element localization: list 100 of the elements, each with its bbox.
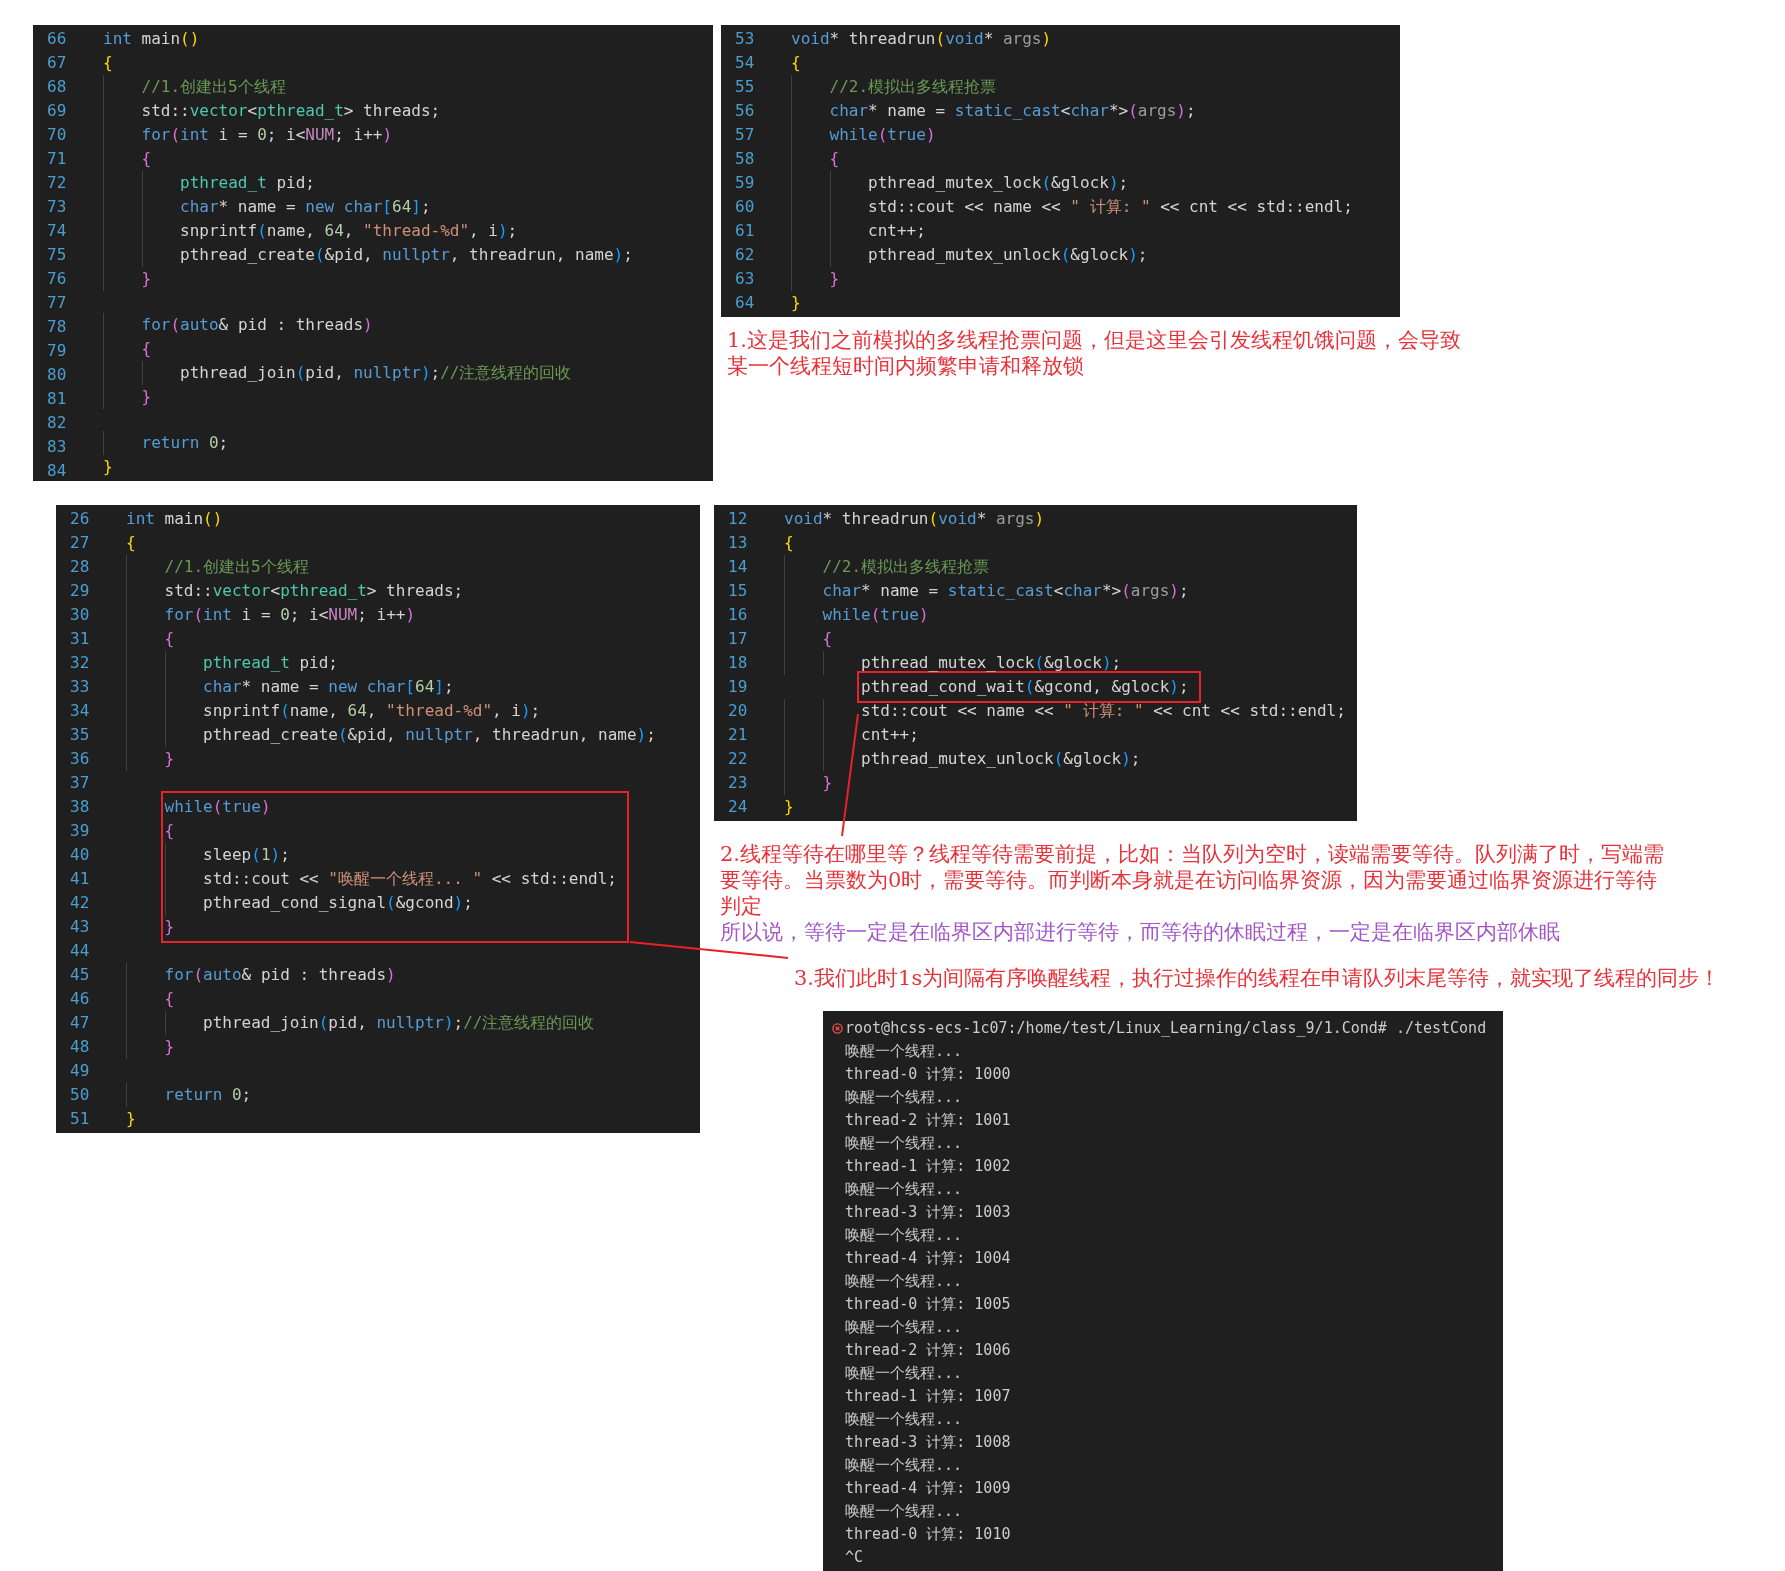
code-line: snprintf(name, 64, "thread-%d", i);: [203, 700, 541, 722]
terminal-output: thread-0 计算: 1010: [845, 1524, 1011, 1545]
line-number: 38: [70, 796, 90, 818]
code-line: pthread_create(&pid, nullptr, threadrun, name);: [203, 724, 656, 746]
annotation-text: 2.线程等待在哪里等？线程等待需要前提，比如：当队列为空时，读端需要等待。队列满了时，写端需要等待。当票数为0时，需要等待。而判断本身就是在访问临界资源，因为需要通过临界资源进行等待判定: [719, 841, 1666, 919]
code-line: {: [164, 628, 175, 650]
line-number: 61: [735, 220, 755, 242]
line-number: 26: [70, 508, 90, 530]
code-line: void* threadrun(void* args): [784, 508, 1045, 530]
line-number: 71: [47, 148, 67, 170]
line-number: 74: [47, 220, 67, 242]
line-number: 43: [70, 916, 90, 938]
code-line: std::vector<pthread_t> threads;: [141, 100, 441, 122]
code-line: std::cout << name << " 计算: " << cnt << std::endl;: [868, 196, 1353, 218]
code-line: //2.模拟出多线程抢票: [829, 76, 997, 98]
code-line: }: [141, 268, 152, 290]
line-number: 18: [728, 652, 748, 674]
code-line: //2.模拟出多线程抢票: [822, 556, 990, 578]
line-number: 28: [70, 556, 90, 578]
line-number: 35: [70, 724, 90, 746]
line-number: 67: [47, 52, 67, 74]
line-number: 20: [728, 700, 748, 722]
line-number: 84: [47, 460, 67, 482]
code-line: std::cout << "唤醒一个线程... " << std::endl;: [203, 868, 617, 890]
line-number: 56: [735, 100, 755, 122]
code-line: snprintf(name, 64, "thread-%d", i);: [180, 220, 518, 242]
annotation-text: 1.这是我们之前模拟的多线程抢票问题，但是这里会引发线程饥饿问题，会导致某一个线程短时间内频繁申请和释放锁: [726, 327, 1463, 379]
line-number: 77: [47, 292, 67, 314]
code-line: for(auto& pid : threads): [141, 314, 373, 336]
terminal-output: 唤醒一个线程...: [845, 1225, 963, 1246]
terminal-output: 唤醒一个线程...: [845, 1317, 963, 1338]
line-number: 57: [735, 124, 755, 146]
line-number: 21: [728, 724, 748, 746]
terminal-output: 唤醒一个线程...: [845, 1501, 963, 1522]
line-number: 59: [735, 172, 755, 194]
terminal-output: thread-2 计算: 1001: [845, 1110, 1011, 1131]
line-number: 42: [70, 892, 90, 914]
code-line: {: [126, 532, 136, 554]
code-line: {: [164, 988, 175, 1010]
terminal-output: ^C: [845, 1547, 864, 1568]
line-number: 51: [70, 1108, 90, 1130]
line-number: 47: [70, 1012, 90, 1034]
line-number: 29: [70, 580, 90, 602]
code-line: {: [829, 148, 840, 170]
line-number: 49: [70, 1060, 90, 1082]
line-number: 34: [70, 700, 90, 722]
terminal-output: thread-0 计算: 1005: [845, 1294, 1011, 1315]
line-number: 64: [735, 292, 755, 314]
error-icon: [831, 1023, 843, 1034]
line-number: 76: [47, 268, 67, 290]
code-line: return 0;: [164, 1084, 252, 1106]
annotation-text: 所以说，等待一定是在临界区内部进行等待，而等待的休眠过程，一定是在临界区内部休眠: [719, 919, 1561, 945]
terminal-output: 唤醒一个线程...: [845, 1455, 963, 1476]
code-line: sleep(1);: [203, 844, 290, 866]
line-number: 30: [70, 604, 90, 626]
line-number: 32: [70, 652, 90, 674]
code-line: int main(): [103, 28, 200, 50]
line-number: 81: [47, 388, 67, 410]
code-line: pthread_mutex_lock(&glock);: [861, 652, 1122, 674]
terminal-output: 唤醒一个线程...: [845, 1409, 963, 1430]
code-line: {: [141, 338, 152, 360]
line-number: 78: [47, 316, 67, 338]
line-number: 41: [70, 868, 90, 890]
terminal-output: 唤醒一个线程...: [845, 1179, 963, 1200]
code-line: while(true): [829, 124, 936, 146]
terminal-output: thread-1 计算: 1007: [845, 1386, 1011, 1407]
code-line: pthread_create(&pid, nullptr, threadrun, name);: [180, 244, 633, 266]
terminal-command: root@hcss-ecs-1c07:/home/test/Linux_Learning/class_9/1.Cond# ./testCond: [845, 1018, 1487, 1039]
terminal-output: thread-1 计算: 1002: [845, 1156, 1011, 1177]
code-line: pthread_mutex_unlock(&glock);: [868, 244, 1148, 266]
code-line: char* name = static_cast<char*>(args);: [829, 100, 1196, 122]
code-line: }: [829, 268, 840, 290]
line-number: 62: [735, 244, 755, 266]
line-number: 55: [735, 76, 755, 98]
code-line: for(auto& pid : threads): [164, 964, 396, 986]
terminal-output: 唤醒一个线程...: [845, 1041, 963, 1062]
code-line: {: [784, 532, 794, 554]
line-number: 72: [47, 172, 67, 194]
code-line: pthread_join(pid, nullptr);//注意线程的回收: [180, 362, 572, 384]
line-number: 16: [728, 604, 748, 626]
terminal-output: thread-4 计算: 1009: [845, 1478, 1011, 1499]
code-line: }: [784, 796, 794, 818]
line-number: 33: [70, 676, 90, 698]
code-line: pthread_t pid;: [180, 172, 315, 194]
code-line: //1.创建出5个线程: [141, 76, 286, 98]
code-line: std::cout << name << " 计算: " << cnt << std::endl;: [861, 700, 1346, 722]
terminal-output: thread-0 计算: 1000: [845, 1064, 1011, 1085]
terminal-output: thread-3 计算: 1008: [845, 1432, 1011, 1453]
line-number: 63: [735, 268, 755, 290]
code-line: {: [103, 52, 113, 74]
line-number: 12: [728, 508, 748, 530]
line-number: 36: [70, 748, 90, 770]
line-number: 75: [47, 244, 67, 266]
line-number: 48: [70, 1036, 90, 1058]
code-line: }: [103, 456, 113, 478]
code-line: int main(): [126, 508, 223, 530]
line-number: 45: [70, 964, 90, 986]
terminal-output: thread-4 计算: 1004: [845, 1248, 1011, 1269]
code-line: char* name = new char[64];: [203, 676, 454, 698]
line-number: 14: [728, 556, 748, 578]
